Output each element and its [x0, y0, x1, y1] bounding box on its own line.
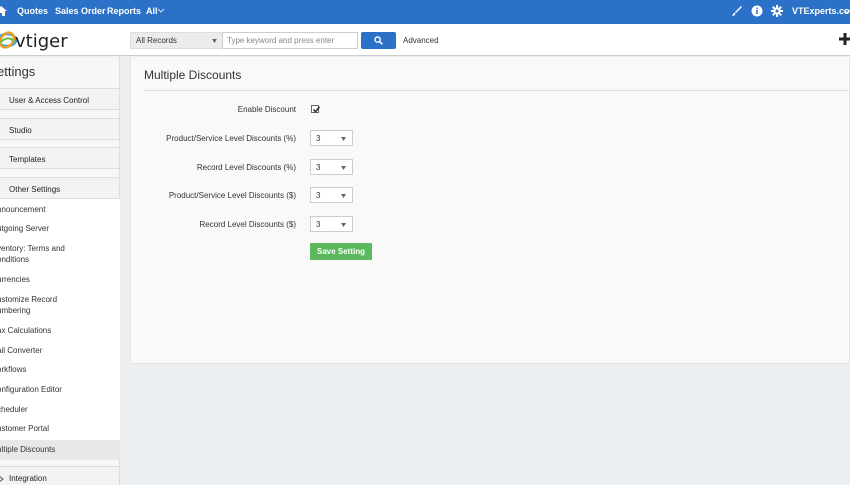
user-chevron-icon[interactable] [844, 9, 850, 15]
main-content: Multiple Discounts Enable Discount Produ… [130, 57, 850, 364]
caret-down-icon [341, 194, 346, 198]
select-value: 3 [316, 134, 321, 143]
logo-text: vtiger [15, 31, 68, 52]
sidebar-item-label: ultiple Discounts [0, 445, 56, 454]
sidebar-title: ettings [0, 64, 36, 79]
select-value: 3 [316, 220, 321, 229]
sidebar-block-user-access[interactable]: User & Access Control [0, 88, 120, 110]
caret-down-icon [341, 166, 346, 170]
info-icon[interactable] [751, 5, 763, 17]
sidebar-item-workflows[interactable]: orkflows [0, 364, 117, 375]
save-setting-button[interactable]: Save Setting [310, 243, 372, 260]
sidebar-item-customize-record-numbering[interactable]: ustomize Record umbering [0, 294, 117, 316]
record-discount-amount-select[interactable]: 3 [310, 216, 353, 232]
settings-sidebar: ettings User & Access Control Studio Tem… [0, 57, 120, 485]
nav-quotes[interactable]: Quotes [17, 6, 48, 16]
nav-all[interactable]: All [146, 6, 158, 16]
product-discount-percent-select[interactable]: 3 [310, 130, 353, 146]
record-discount-amount-label: Record Level Discounts ($) [199, 220, 296, 229]
sidebar-item-configuration-editor[interactable]: onfiguration Editor [0, 384, 117, 395]
nav-sales-order[interactable]: Sales Order [55, 6, 106, 16]
sidebar-block-templates[interactable]: Templates [0, 147, 120, 169]
top-navbar: Quotes Sales Order Reports All VTExperts… [0, 0, 850, 24]
plus-icon[interactable] [838, 32, 850, 46]
sidebar-block-other-settings[interactable]: Other Settings [0, 177, 120, 199]
nav-reports[interactable]: Reports [107, 6, 141, 16]
sidebar-item-mail-converter[interactable]: ail Converter [0, 345, 117, 356]
sidebar-block-integration-label: Integration [9, 474, 47, 483]
caret-down-icon [212, 39, 217, 43]
caret-down-icon [341, 137, 346, 141]
sidebar-item-customer-portal[interactable]: ustomer Portal [0, 423, 117, 434]
home-icon[interactable] [0, 4, 8, 18]
sidebar-item-announcement[interactable]: nnouncement [0, 204, 117, 215]
chevron-down-icon[interactable] [157, 7, 165, 15]
sidebar-item-multiple-discounts[interactable]: ultiple Discounts [0, 440, 120, 460]
user-menu[interactable]: VTExperts.com [792, 6, 850, 16]
checkmark-icon [312, 106, 321, 114]
search-icon [374, 36, 383, 45]
search-placeholder: Type keyword and press enter [227, 36, 335, 45]
sidebar-item-scheduler[interactable]: cheduler [0, 404, 117, 415]
product-discount-percent-label: Product/Service Level Discounts (%) [166, 134, 296, 143]
brush-icon[interactable] [731, 5, 743, 17]
app-header: vtiger All Records Type keyword and pres… [0, 24, 850, 56]
record-discount-percent-select[interactable]: 3 [310, 159, 353, 175]
sidebar-item-outgoing-server[interactable]: utgoing Server [0, 223, 117, 234]
gear-icon[interactable] [771, 5, 783, 17]
select-value: 3 [316, 191, 321, 200]
sidebar-item-currencies[interactable]: urrencies [0, 274, 117, 285]
vtiger-logo[interactable]: vtiger [0, 28, 76, 52]
enable-discount-label: Enable Discount [237, 105, 296, 114]
search-scope-select[interactable]: All Records [130, 32, 223, 49]
search-scope-value: All Records [136, 36, 177, 45]
sidebar-item-tax-calculations[interactable]: ax Calculations [0, 325, 117, 336]
caret-down-icon [341, 223, 346, 227]
advanced-search-link[interactable]: Advanced [403, 36, 439, 45]
page-title: Multiple Discounts [144, 68, 242, 82]
select-value: 3 [316, 163, 321, 172]
enable-discount-checkbox[interactable] [311, 105, 321, 114]
sidebar-block-integration[interactable]: Integration [0, 466, 120, 485]
sidebar-block-studio[interactable]: Studio [0, 118, 120, 140]
title-divider [144, 90, 850, 91]
integration-icon [0, 476, 4, 482]
sidebar-item-inventory-terms[interactable]: ventory: Terms and onditions [0, 243, 117, 265]
record-discount-percent-label: Record Level Discounts (%) [196, 163, 296, 172]
product-discount-amount-select[interactable]: 3 [310, 187, 353, 203]
product-discount-amount-label: Product/Service Level Discounts ($) [168, 191, 296, 200]
search-input[interactable]: Type keyword and press enter [222, 32, 358, 49]
search-button[interactable] [361, 32, 396, 49]
